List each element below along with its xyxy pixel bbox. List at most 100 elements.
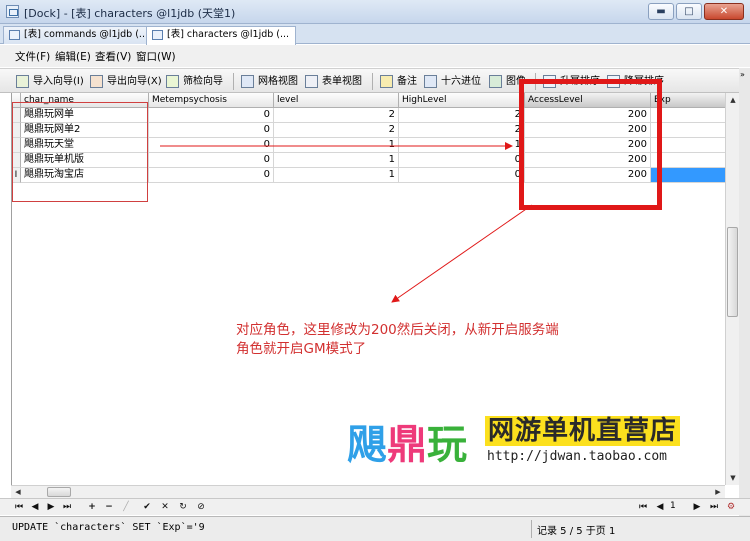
column-header-level[interactable]: level <box>274 93 399 108</box>
cell-exp[interactable] <box>651 108 726 123</box>
toolbar-separator <box>233 73 234 90</box>
menu-view[interactable]: 查看(V) <box>95 49 131 64</box>
first-page-icon[interactable]: ⏮ <box>636 500 650 515</box>
status-bar: UPDATE `characters` SET `Exp`='9 记录 5 / … <box>0 516 750 541</box>
cell-level[interactable]: 1 <box>274 153 399 168</box>
cell-level[interactable]: 2 <box>274 123 399 138</box>
app-icon <box>6 5 19 18</box>
cell-level[interactable]: 1 <box>274 138 399 153</box>
title-bar: [Dock] - [表] characters @l1jdb (天堂1) ▬ □… <box>0 0 750 24</box>
column-header-highlevel[interactable]: HighLevel <box>399 93 525 108</box>
cell-level[interactable]: 2 <box>274 108 399 123</box>
settings-icon[interactable]: ⚙ <box>724 500 738 515</box>
cell-highlevel[interactable]: 1 <box>399 138 525 153</box>
filter-icon <box>166 75 179 88</box>
next-record-icon[interactable]: ▶ <box>44 500 58 515</box>
import-wizard-button[interactable]: 导入向导(I) <box>16 73 84 90</box>
import-label: 导入向导(I) <box>33 76 84 87</box>
filter-label: 筛检向导 <box>183 76 223 87</box>
refresh-icon[interactable]: ↻ <box>176 500 190 515</box>
vertical-scrollbar[interactable]: ▲ ▼ <box>725 93 739 485</box>
hex-icon <box>424 75 437 88</box>
annotation-note: 对应角色，这里修改为200然后关闭，从新开启服务端 角色就开启GM模式了 <box>236 321 656 359</box>
cell-highlevel[interactable]: 2 <box>399 108 525 123</box>
watermark-url: http://jdwan.taobao.com <box>487 449 668 464</box>
cell-metempsychosis[interactable]: 0 <box>149 123 274 138</box>
cell-exp-selected[interactable] <box>651 168 726 183</box>
memo-button[interactable]: 备注 <box>380 73 417 90</box>
cancel-changes-icon[interactable]: ✕ <box>158 500 172 515</box>
cell-exp[interactable] <box>651 153 726 168</box>
column-header-metempsychosis[interactable]: Metempsychosis <box>149 93 274 108</box>
column-header-exp[interactable]: Exp <box>651 93 726 108</box>
apply-changes-icon[interactable]: ✔ <box>140 500 154 515</box>
prev-page-icon[interactable]: ◀ <box>653 500 667 515</box>
tab-label: [表] characters @l1jdb (... <box>167 29 290 40</box>
watermark-char-2: 鼎 <box>387 422 427 468</box>
scroll-down-icon[interactable]: ▼ <box>726 471 740 485</box>
cell-level[interactable]: 1 <box>274 168 399 183</box>
filter-wizard-button[interactable]: 筛检向导 <box>166 73 223 90</box>
grid-view-button[interactable]: 网格视图 <box>241 73 298 90</box>
page-number: 1 <box>670 501 676 511</box>
cell-metempsychosis[interactable]: 0 <box>149 138 274 153</box>
toolbar-separator <box>372 73 373 90</box>
status-divider <box>531 520 532 538</box>
menu-file[interactable]: 文件(F) <box>15 49 50 64</box>
chevron-right-icon[interactable]: » <box>740 70 745 79</box>
prev-record-icon[interactable]: ◀ <box>28 500 42 515</box>
cell-highlevel[interactable]: 0 <box>399 168 525 183</box>
hex-button[interactable]: 十六进位 <box>424 73 481 90</box>
watermark-char-3: 玩 <box>427 422 467 468</box>
image-icon <box>489 75 502 88</box>
form-view-label: 表单视图 <box>322 76 362 87</box>
cell-highlevel[interactable]: 2 <box>399 123 525 138</box>
export-label: 导出向导(X) <box>107 76 162 87</box>
first-record-icon[interactable]: ⏮ <box>12 500 26 515</box>
cell-metempsychosis[interactable]: 0 <box>149 153 274 168</box>
delete-record-icon[interactable]: − <box>102 500 116 515</box>
annotation-line-2: 角色就开启GM模式了 <box>236 341 367 357</box>
cell-exp[interactable] <box>651 138 726 153</box>
window-title: [Dock] - [表] characters @l1jdb (天堂1) <box>24 7 236 20</box>
tab-commands[interactable]: [表] commands @l1jdb (... <box>3 26 155 44</box>
table-icon <box>152 30 163 40</box>
edit-record-icon[interactable]: ╱ <box>119 500 133 515</box>
menu-window[interactable]: 窗口(W) <box>136 49 176 64</box>
watermark-char-1: 飓 <box>347 422 387 468</box>
menu-edit[interactable]: 编辑(E) <box>55 49 91 64</box>
maximize-button[interactable]: □ <box>676 3 702 20</box>
window-controls: ▬ □ ✕ <box>648 3 744 20</box>
horizontal-scrollbar[interactable]: ◀ ▶ <box>11 485 725 498</box>
form-view-button[interactable]: 表单视图 <box>305 73 362 90</box>
import-icon <box>16 75 29 88</box>
cell-metempsychosis[interactable]: 0 <box>149 168 274 183</box>
next-page-icon[interactable]: ▶ <box>690 500 704 515</box>
record-navigation-bar: ⏮ ◀ ▶ ⏭ + − ╱ ✔ ✕ ↻ ⊘ ⏮ ◀ 1 ▶ ⏭ ⚙ <box>0 498 750 515</box>
tab-characters[interactable]: [表] characters @l1jdb (... <box>146 26 297 45</box>
scrollbar-thumb[interactable] <box>727 227 738 317</box>
export-wizard-button[interactable]: 导出向导(X) <box>90 73 162 90</box>
cell-exp[interactable] <box>651 123 726 138</box>
close-button[interactable]: ✕ <box>704 3 744 20</box>
memo-label: 备注 <box>397 76 417 87</box>
scroll-up-icon[interactable]: ▲ <box>726 93 740 107</box>
memo-icon <box>380 75 393 88</box>
cell-highlevel[interactable]: 0 <box>399 153 525 168</box>
right-panel-edge: » <box>739 68 750 518</box>
stop-icon[interactable]: ⊘ <box>194 500 208 515</box>
last-page-icon[interactable]: ⏭ <box>707 500 721 515</box>
add-record-icon[interactable]: + <box>85 500 99 515</box>
menu-bar: 文件(F) 编辑(E) 查看(V) 窗口(W) <box>0 45 750 67</box>
export-icon <box>90 75 103 88</box>
status-sql: UPDATE `characters` SET `Exp`='9 <box>12 522 205 533</box>
annotation-highlight-accesslevel <box>519 79 662 210</box>
form-view-icon <box>305 75 318 88</box>
watermark-brand: 飓鼎玩 <box>347 412 467 470</box>
annotation-line-1: 对应角色，这里修改为200然后关闭，从新开启服务端 <box>236 322 559 338</box>
document-tabs: [表] commands @l1jdb (... [表] characters … <box>0 24 750 45</box>
minimize-button[interactable]: ▬ <box>648 3 674 20</box>
cell-metempsychosis[interactable]: 0 <box>149 108 274 123</box>
scrollbar-thumb[interactable] <box>47 487 71 497</box>
last-record-icon[interactable]: ⏭ <box>60 500 74 515</box>
